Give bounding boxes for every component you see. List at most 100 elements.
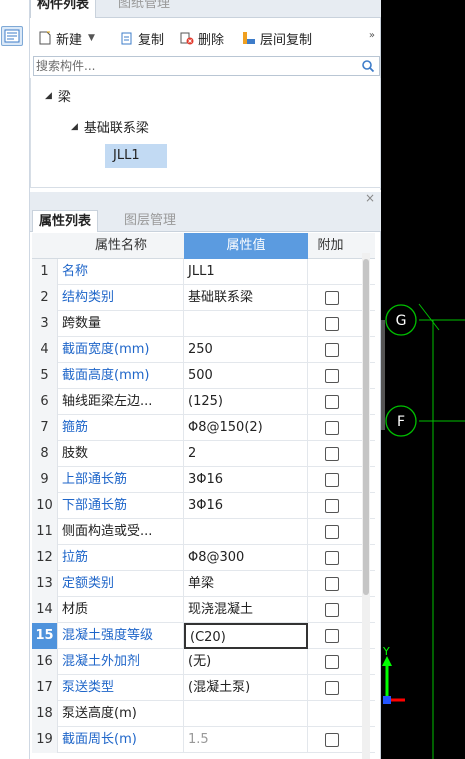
table-row[interactable]: 19 截面周长(m) 1.5 [32, 727, 375, 753]
row-index: 15 [32, 623, 58, 649]
add-checkbox[interactable] [325, 655, 339, 669]
floor-copy-button[interactable]: 层间复制 [242, 28, 312, 48]
add-checkbox[interactable] [325, 551, 339, 565]
tab-component-list[interactable]: 构件列表 [30, 0, 97, 18]
add-checkbox[interactable] [325, 681, 339, 695]
add-checkbox[interactable] [325, 525, 339, 539]
close-icon[interactable]: × [365, 191, 375, 205]
axis-label-g: G [396, 313, 407, 329]
table-row[interactable]: 16 混凝土外加剂 (无) [32, 649, 375, 675]
floor-copy-icon [243, 32, 255, 44]
row-index: 13 [32, 571, 58, 597]
table-row[interactable]: 2 结构类别 基础联系梁 [32, 285, 375, 311]
property-add-cell [308, 701, 353, 727]
property-name: 截面高度(mm) [58, 363, 184, 389]
tab-drawing-management[interactable]: 图纸管理 [112, 0, 176, 18]
table-row[interactable]: 6 轴线距梁左边... (125) [32, 389, 375, 415]
property-name: 截面周长(m) [58, 727, 184, 753]
header-index [32, 233, 58, 259]
property-value[interactable]: 现浇混凝土 [184, 597, 308, 623]
property-value[interactable]: 2 [184, 441, 308, 467]
tree-node-beam[interactable]: ◢ 梁 [45, 86, 71, 105]
toolbar-overflow-icon[interactable]: » [369, 30, 375, 41]
table-row[interactable]: 1 名称 JLL1 [32, 259, 375, 285]
header-value: 属性值 [184, 233, 308, 259]
add-checkbox[interactable] [325, 317, 339, 331]
property-value[interactable] [184, 311, 308, 337]
add-checkbox[interactable] [325, 395, 339, 409]
add-checkbox[interactable] [325, 447, 339, 461]
property-value[interactable]: 基础联系梁 [184, 285, 308, 311]
table-row[interactable]: 8 肢数 2 [32, 441, 375, 467]
add-checkbox[interactable] [325, 733, 339, 747]
drawing-canvas[interactable]: G F Y [381, 0, 465, 759]
tree-leaf-jll1[interactable]: JLL1 [105, 144, 167, 168]
property-add-cell [308, 337, 353, 363]
table-row[interactable]: 4 截面宽度(mm) 250 [32, 337, 375, 363]
table-row[interactable]: 12 拉筋 Φ8@300 [32, 545, 375, 571]
tab-property-list[interactable]: 属性列表 [32, 210, 99, 232]
table-row[interactable]: 15 混凝土强度等级 (C20) [32, 623, 375, 649]
search-icon[interactable] [361, 59, 375, 73]
copy-button[interactable]: 复制 [120, 28, 164, 48]
table-row[interactable]: 5 截面高度(mm) 500 [32, 363, 375, 389]
table-row[interactable]: 9 上部通长筋 3Φ16 [32, 467, 375, 493]
new-button[interactable]: 新建 ▼ [38, 28, 95, 48]
collapse-arrow-icon[interactable]: ◢ [45, 91, 52, 101]
panel-toggle-button[interactable] [1, 26, 23, 46]
row-index: 6 [32, 389, 58, 415]
table-row[interactable]: 3 跨数量 [32, 311, 375, 337]
property-name: 箍筋 [58, 415, 184, 441]
property-value[interactable] [184, 519, 308, 545]
add-checkbox[interactable] [325, 603, 339, 617]
property-value[interactable]: 250 [184, 337, 308, 363]
add-checkbox[interactable] [325, 343, 339, 357]
add-checkbox[interactable] [325, 577, 339, 591]
component-search [33, 56, 380, 76]
property-value[interactable]: 1.5 [184, 727, 308, 753]
row-index: 14 [32, 597, 58, 623]
table-row[interactable]: 17 泵送类型 (混凝土泵) [32, 675, 375, 701]
table-row[interactable]: 7 箍筋 Φ8@150(2) [32, 415, 375, 441]
chevron-down-icon[interactable]: ▼ [88, 33, 95, 43]
table-row[interactable]: 14 材质 现浇混凝土 [32, 597, 375, 623]
table-row[interactable]: 11 侧面构造或受... [32, 519, 375, 545]
add-checkbox[interactable] [325, 291, 339, 305]
collapse-arrow-icon[interactable]: ◢ [71, 122, 78, 132]
property-value[interactable]: JLL1 [184, 259, 308, 285]
property-value[interactable]: Φ8@150(2) [184, 415, 308, 441]
property-add-cell [308, 389, 353, 415]
header-name: 属性名称 [94, 238, 147, 253]
property-value[interactable]: (混凝土泵) [184, 675, 308, 701]
property-value[interactable]: (125) [184, 389, 308, 415]
property-scrollbar[interactable] [362, 253, 370, 759]
property-value[interactable]: 3Φ16 [184, 493, 308, 519]
canvas-drawing: G F Y [382, 303, 465, 759]
tab-layer-management[interactable]: 图层管理 [118, 210, 182, 232]
table-row[interactable]: 18 泵送高度(m) [32, 701, 375, 727]
property-value[interactable] [184, 701, 308, 727]
tree-node-foundation-tie-beam[interactable]: ◢ 基础联系梁 [71, 117, 149, 136]
add-checkbox[interactable] [325, 473, 339, 487]
table-row[interactable]: 10 下部通长筋 3Φ16 [32, 493, 375, 519]
delete-button[interactable]: 删除 [180, 28, 224, 48]
search-input[interactable] [34, 57, 344, 75]
property-value[interactable]: 3Φ16 [184, 467, 308, 493]
add-checkbox[interactable] [325, 499, 339, 513]
copy-icon [121, 32, 132, 45]
property-value[interactable]: (C20) [184, 623, 308, 649]
copy-button-label: 复制 [138, 32, 165, 48]
scrollbar-thumb[interactable] [363, 259, 369, 595]
add-checkbox[interactable] [325, 369, 339, 383]
property-value[interactable]: 500 [184, 363, 308, 389]
add-checkbox[interactable] [325, 629, 339, 643]
property-name: 混凝土强度等级 [58, 623, 184, 649]
property-add-cell [308, 259, 353, 285]
property-value[interactable]: 单梁 [184, 571, 308, 597]
property-add-cell [308, 649, 353, 675]
add-checkbox[interactable] [325, 421, 339, 435]
property-value[interactable]: Φ8@300 [184, 545, 308, 571]
table-row[interactable]: 13 定额类别 单梁 [32, 571, 375, 597]
property-value[interactable]: (无) [184, 649, 308, 675]
component-toolbar: 新建 ▼ 复制 删除 层间复制 » [30, 22, 381, 52]
